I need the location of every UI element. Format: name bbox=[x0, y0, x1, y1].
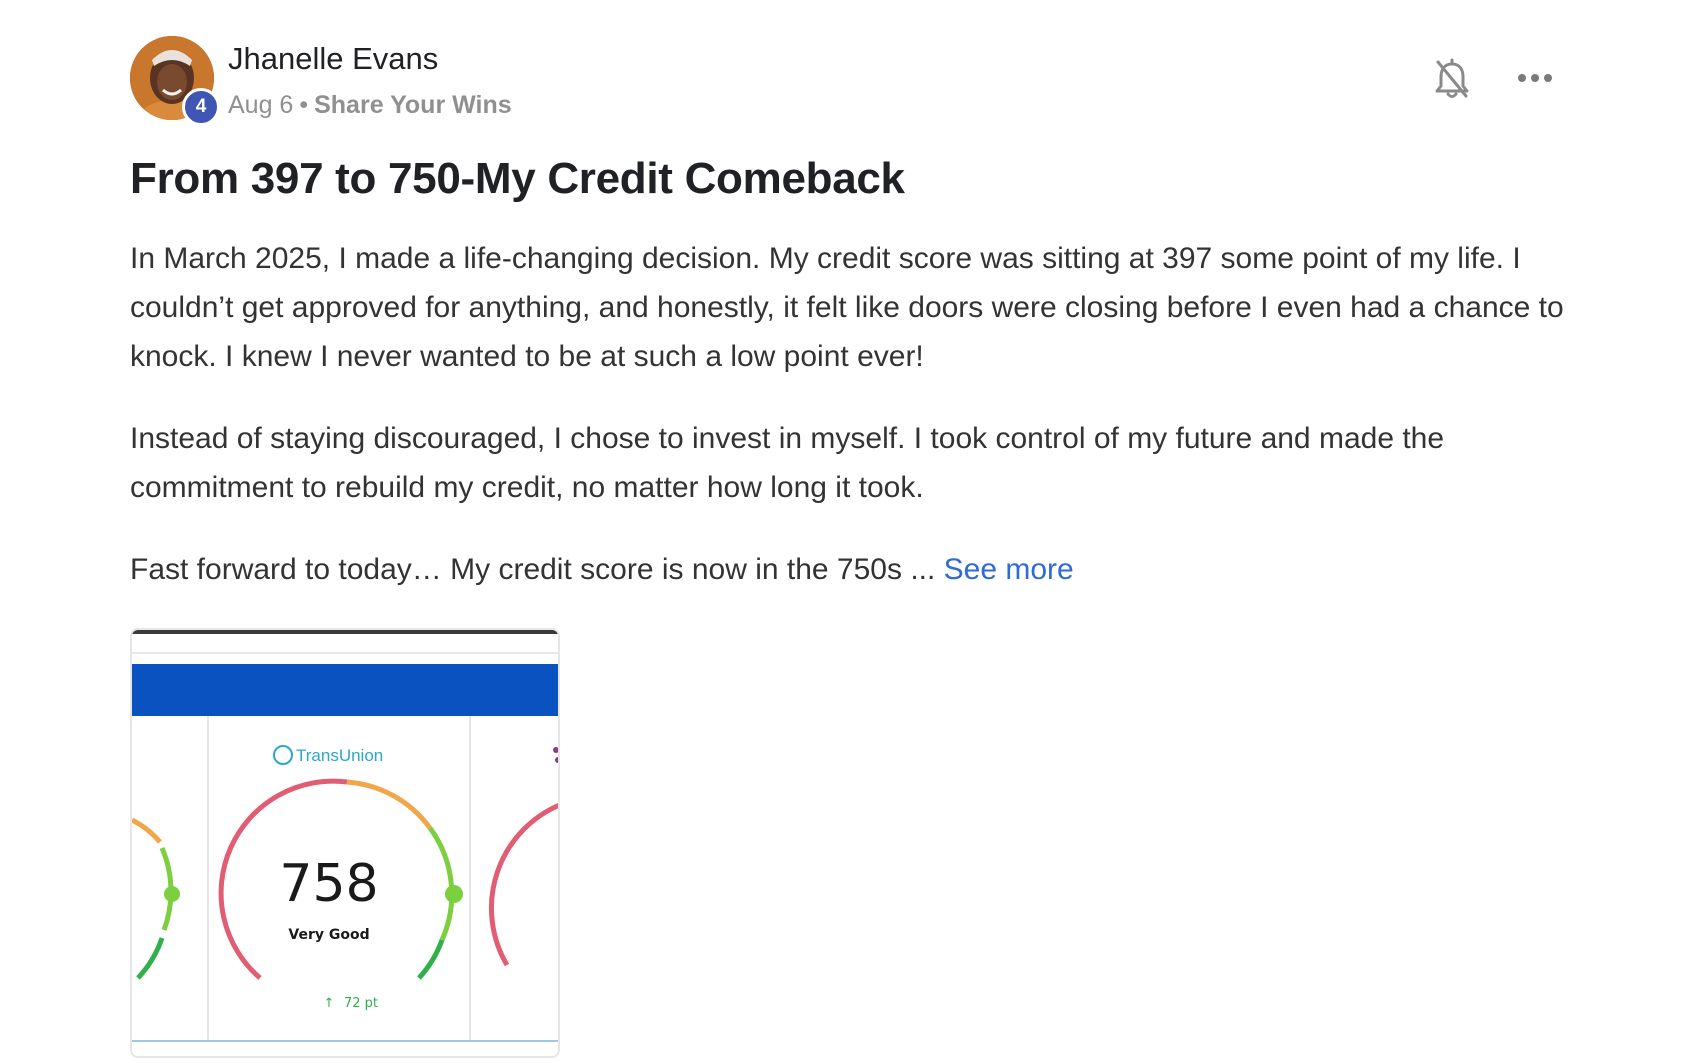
header-bar bbox=[132, 664, 558, 716]
post-meta: Aug 6 • Share Your Wins bbox=[228, 91, 512, 120]
post-paragraph: In March 2025, I made a life-changing de… bbox=[130, 242, 1564, 373]
more-horizontal-icon[interactable] bbox=[1508, 58, 1562, 98]
post-card: 4 Jhanelle Evans Aug 6 • Share Your Wins F… bbox=[130, 36, 1590, 1058]
credit-rating: Very Good bbox=[288, 927, 369, 943]
transunion-logo-icon bbox=[273, 745, 293, 765]
post-paragraph-text: Fast forward to today… My credit score i… bbox=[130, 553, 936, 586]
post-date[interactable]: Aug 6 bbox=[228, 91, 293, 119]
level-badge: 4 bbox=[182, 88, 220, 126]
svg-text:↑: ↑ bbox=[324, 996, 335, 1011]
meta-separator: • bbox=[299, 91, 309, 119]
post-paragraph: Instead of staying discouraged, I chose … bbox=[130, 422, 1445, 504]
see-more-link[interactable]: See more bbox=[944, 553, 1074, 586]
post-paragraph-truncated: Fast forward to today… My credit score i… bbox=[130, 545, 1590, 594]
credit-score-value: 758 bbox=[279, 854, 378, 914]
post-body: In March 2025, I made a life-changing de… bbox=[130, 234, 1590, 627]
bureau-name: TransUnion bbox=[296, 746, 383, 765]
post-category[interactable]: Share Your Wins bbox=[314, 91, 512, 119]
post-header: 4 Jhanelle Evans Aug 6 • Share Your Wins bbox=[130, 36, 1590, 126]
bell-off-icon[interactable] bbox=[1432, 58, 1472, 102]
attachment-image[interactable]: TransUnion 758 Very Good ↑ 72 pt bbox=[130, 628, 560, 1058]
author-name[interactable]: Jhanelle Evans bbox=[228, 41, 438, 77]
credit-score-screenshot: TransUnion 758 Very Good ↑ 72 pt bbox=[132, 630, 558, 1042]
post-title[interactable]: From 397 to 750-My Credit Comeback bbox=[130, 154, 905, 204]
score-change: 72 pt bbox=[344, 996, 378, 1011]
